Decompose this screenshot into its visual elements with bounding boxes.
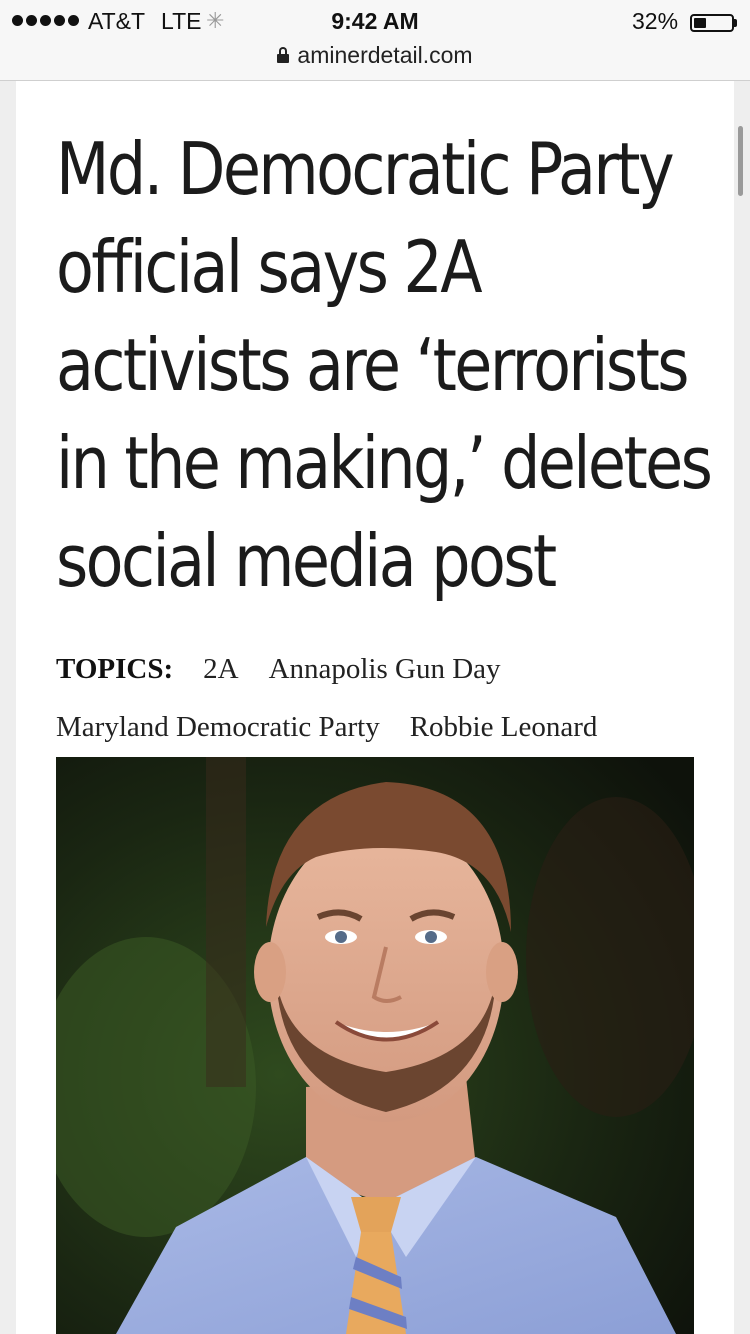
topics-section: TOPICS: 2A Annapolis Gun Day Maryland De… [56,640,716,756]
ios-status-bar: AT&T LTE ✳ 9:42 AM 32% aminerdetail.com [0,0,750,81]
article-photo [56,757,694,1334]
headline-line: official says 2A [56,225,483,309]
headline-line: activists are ‘terrorists [56,323,690,407]
article-headline: Md. Democratic Party official says 2A acti… [56,120,713,610]
topic-tag-annapolis-gun-day[interactable]: Annapolis Gun Day [269,653,501,686]
lock-icon [277,47,290,63]
headline-line: in the making,’ deletes [56,421,713,505]
battery-tip [734,19,737,27]
battery-icon [690,14,734,32]
headline-line: Md. Democratic Party [56,127,675,211]
battery-percent: 32% [632,8,679,34]
topic-tag-robbie-leonard[interactable]: Robbie Leonard [410,711,598,744]
topic-tag-maryland-democratic-party[interactable]: Maryland Democratic Party [56,711,380,744]
status-row: AT&T LTE ✳ 9:42 AM 32% [0,4,750,38]
portrait-illustration [56,757,694,1334]
topics-row-1: TOPICS: 2A Annapolis Gun Day [56,640,716,698]
scrollbar[interactable] [738,126,743,196]
topic-tag-2a[interactable]: 2A [203,653,238,686]
topics-row-2: Maryland Democratic Party Robbie Leonard [56,698,716,756]
address-bar[interactable]: aminerdetail.com [0,38,750,72]
topics-label: TOPICS: [56,652,174,685]
headline-line: social media post [56,519,557,603]
url-text[interactable]: aminerdetail.com [297,42,472,69]
